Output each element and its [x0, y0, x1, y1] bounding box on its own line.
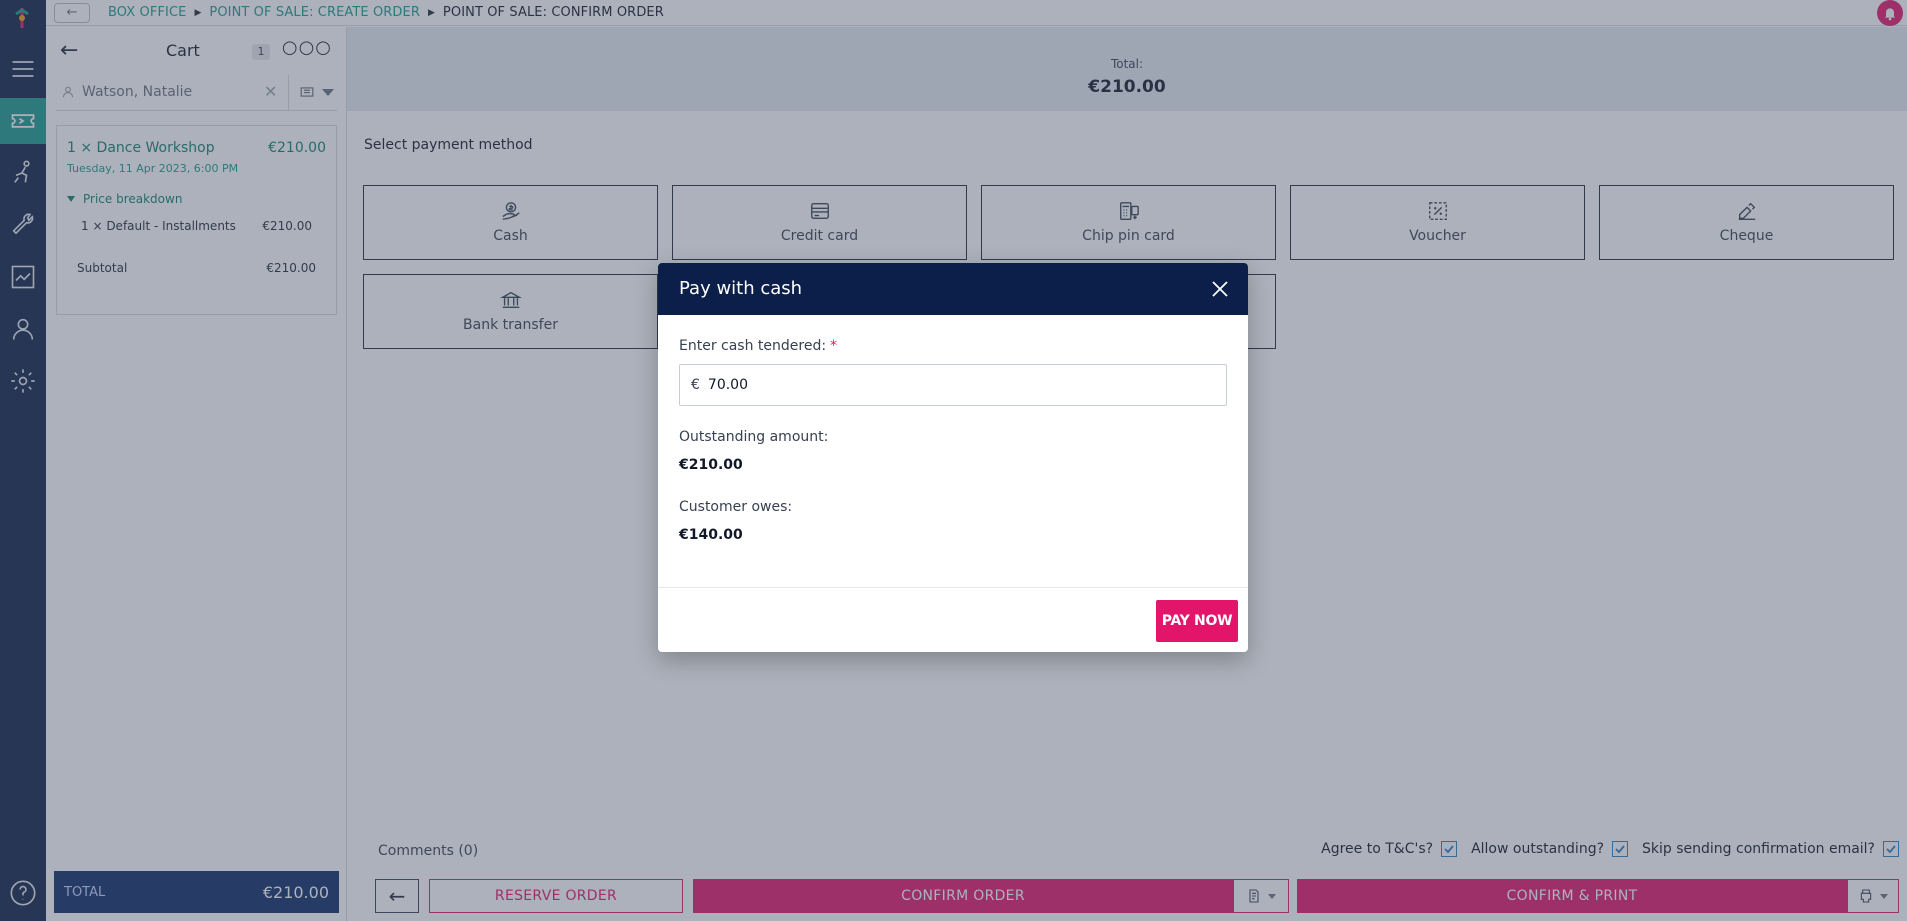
dialog-title: Pay with cash	[679, 278, 803, 299]
pay-now-button[interactable]: PAY NOW	[1156, 600, 1238, 642]
divider	[658, 587, 1248, 588]
cash-tendered-label: Enter cash tendered: *	[679, 338, 837, 354]
cash-tendered-label-text: Enter cash tendered:	[679, 338, 827, 354]
outstanding-amount-label: Outstanding amount:	[679, 429, 829, 445]
outstanding-amount-value: €210.00	[679, 457, 743, 473]
dialog-header: Pay with cash	[658, 263, 1248, 315]
cash-tendered-field[interactable]: €	[679, 364, 1227, 406]
cash-tendered-input[interactable]	[707, 377, 1188, 393]
close-icon[interactable]	[1210, 279, 1230, 299]
customer-owes-label: Customer owes:	[679, 499, 793, 515]
currency-symbol: €	[691, 377, 700, 393]
pay-with-cash-dialog: Pay with cash Enter cash tendered:* € Ou…	[658, 263, 1248, 652]
customer-owes-value: €140.00	[679, 527, 743, 543]
required-marker: *	[830, 338, 838, 354]
